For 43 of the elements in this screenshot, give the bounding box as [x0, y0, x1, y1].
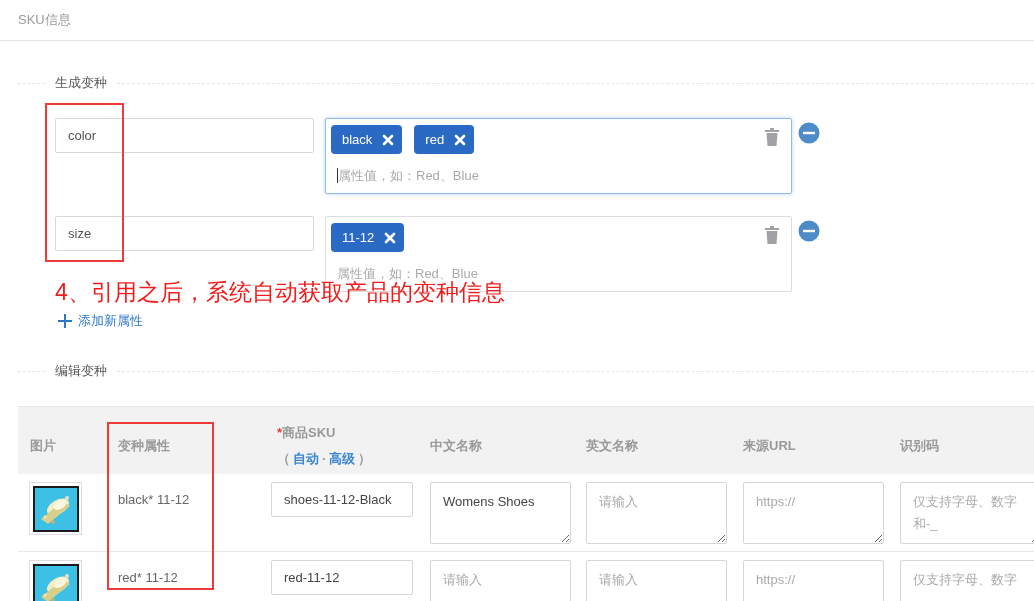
- attribute-name-field[interactable]: color: [55, 118, 314, 153]
- sku-field[interactable]: red-11-12: [271, 560, 413, 595]
- column-header: 来源URL: [743, 436, 797, 455]
- values-placeholder: 属性值，如：Red、Blue: [337, 264, 478, 281]
- attribute-values-field[interactable]: black red 属性值，如：Red、Blue: [325, 118, 792, 194]
- text-area[interactable]: https://: [743, 482, 884, 544]
- bracket: ）: [358, 449, 372, 468]
- remove-icon[interactable]: [384, 231, 397, 244]
- values-placeholder: 属性值，如：Red、Blue: [338, 166, 479, 185]
- trash-icon[interactable]: [764, 225, 780, 245]
- column-header: *商品SKU: [277, 423, 337, 442]
- plus-icon: [58, 314, 72, 328]
- separator-dot: ·: [322, 451, 327, 466]
- text-cursor: [337, 168, 338, 183]
- text-area[interactable]: 请输入: [430, 560, 571, 601]
- text-area[interactable]: 仅支持字母、数字和-_: [900, 482, 1034, 544]
- section-title: 编辑变种: [54, 362, 108, 380]
- column-header: 变种属性: [118, 436, 171, 455]
- attribute-name-field[interactable]: size: [55, 216, 314, 251]
- column-header: 识别码: [900, 436, 940, 455]
- tag-label: red: [425, 132, 445, 147]
- remove-circle-icon[interactable]: [798, 220, 820, 242]
- variant-attributes: red* 11-12: [118, 570, 178, 585]
- text-area[interactable]: 请输入: [586, 482, 727, 544]
- column-header: 英文名称: [586, 436, 639, 455]
- panel-title: SKU信息: [18, 11, 71, 29]
- column-header: 图片: [30, 436, 57, 455]
- section-title: 生成变种: [54, 74, 108, 92]
- remove-icon[interactable]: [382, 133, 395, 146]
- add-attribute-link[interactable]: 添加新属性: [58, 312, 143, 330]
- text-area[interactable]: Womens Shoes: [430, 482, 571, 544]
- tag-label: black: [342, 132, 373, 147]
- variant-attributes: black* 11-12: [118, 492, 190, 507]
- text-area[interactable]: https://: [743, 560, 884, 601]
- remove-circle-icon[interactable]: [798, 122, 820, 144]
- column-header: 中文名称: [430, 436, 483, 455]
- sku-field[interactable]: shoes-11-12-Black: [271, 482, 413, 517]
- text-area[interactable]: 请输入: [586, 560, 727, 601]
- text-area[interactable]: 仅支持字母、数字: [900, 560, 1034, 601]
- tag-label: 11-12: [342, 230, 375, 245]
- remove-icon[interactable]: [454, 133, 467, 146]
- trash-icon[interactable]: [764, 127, 780, 147]
- bracket: （: [277, 449, 290, 468]
